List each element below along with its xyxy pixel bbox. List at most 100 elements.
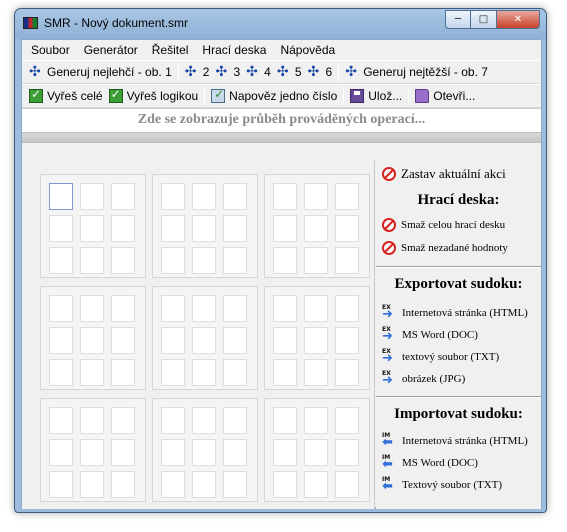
sudoku-cell[interactable] [273,327,297,354]
sudoku-cell[interactable] [111,215,135,242]
sudoku-cell[interactable] [111,407,135,434]
sudoku-cell[interactable] [161,439,185,466]
sudoku-cell[interactable] [192,295,216,322]
sudoku-cell[interactable] [49,215,73,242]
sudoku-cell[interactable] [49,407,73,434]
sudoku-cell[interactable] [80,327,104,354]
sudoku-cell[interactable] [192,215,216,242]
menu-napoveda[interactable]: Nápověda [273,43,342,57]
sudoku-cell[interactable] [111,359,135,386]
sudoku-cell[interactable] [80,295,104,322]
sudoku-cell[interactable] [80,471,104,498]
close-button[interactable]: ✕ [497,10,540,29]
sudoku-cell[interactable] [49,295,73,322]
sudoku-cell[interactable] [161,247,185,274]
sudoku-cell[interactable] [273,183,297,210]
export-html-button[interactable]: EX ➜ Internetová stránka (HTML) [382,305,528,322]
sudoku-cell[interactable] [192,327,216,354]
sudoku-cell[interactable] [304,359,328,386]
sudoku-cell[interactable] [273,247,297,274]
sudoku-cell[interactable] [304,407,328,434]
sudoku-cell[interactable] [335,359,359,386]
sudoku-cell[interactable] [223,295,247,322]
sudoku-cell[interactable] [223,183,247,210]
sudoku-cell[interactable] [161,327,185,354]
export-txt-button[interactable]: EX ➜ textový soubor (TXT) [382,349,499,366]
sudoku-cell[interactable] [111,327,135,354]
sudoku-cell[interactable] [304,295,328,322]
sudoku-cell[interactable] [223,407,247,434]
sudoku-cell[interactable] [273,359,297,386]
sudoku-cell[interactable] [49,471,73,498]
generate-level-2-button[interactable]: ✣ 2 [182,62,213,82]
minimize-button[interactable]: ─ [445,10,471,29]
title-bar[interactable]: SMR - Nový dokument.smr ─ □ ✕ [15,9,546,39]
sudoku-cell[interactable] [80,439,104,466]
sudoku-cell[interactable] [111,439,135,466]
import-doc-button[interactable]: IM ⬅ MS Word (DOC) [382,455,478,472]
sudoku-cell[interactable] [304,439,328,466]
sudoku-cell[interactable] [192,439,216,466]
generate-hardest-button[interactable]: ✣ Generuj nejtěžší - ob. 7 [342,62,491,82]
stop-action-button[interactable]: Zastav aktuální akci [382,166,506,182]
sudoku-cell[interactable] [111,247,135,274]
sudoku-cell[interactable] [161,295,185,322]
import-html-button[interactable]: IM ⬅ Internetová stránka (HTML) [382,433,528,450]
export-jpg-button[interactable]: EX ➜ obrázek (JPG) [382,371,465,388]
save-button[interactable]: Ulož... [347,86,405,106]
sudoku-cell[interactable] [111,183,135,210]
sudoku-cell[interactable] [273,407,297,434]
generate-easiest-button[interactable]: ✣ Generuj nejlehčí - ob. 1 [26,62,175,82]
generate-level-3-button[interactable]: ✣ 3 [212,62,243,82]
sudoku-cell[interactable] [304,247,328,274]
solve-all-button[interactable]: Vyřeš celé [26,86,106,106]
sudoku-cell[interactable] [273,471,297,498]
sudoku-cell[interactable] [223,471,247,498]
sudoku-cell[interactable] [161,183,185,210]
sudoku-cell[interactable] [273,215,297,242]
hint-button[interactable]: Napověz jedno číslo [208,86,340,106]
menu-resitel[interactable]: Řešitel [145,43,196,57]
sudoku-cell[interactable] [223,327,247,354]
sudoku-cell[interactable] [192,247,216,274]
generate-level-4-button[interactable]: ✣ 4 [243,62,274,82]
clear-board-button[interactable]: Smaž celou hrací desku [382,218,505,232]
sudoku-cell[interactable] [161,407,185,434]
sudoku-cell[interactable] [80,247,104,274]
sudoku-cell[interactable] [80,183,104,210]
menu-generator[interactable]: Generátor [77,43,145,57]
sudoku-cell[interactable] [192,359,216,386]
sudoku-cell[interactable] [80,215,104,242]
sudoku-cell[interactable] [304,215,328,242]
sudoku-cell[interactable] [335,327,359,354]
sudoku-cell[interactable] [223,359,247,386]
solve-logic-button[interactable]: Vyřeš logikou [106,86,202,106]
sudoku-cell[interactable] [223,215,247,242]
sudoku-cell[interactable] [273,295,297,322]
menu-hraci-deska[interactable]: Hrací deska [195,43,273,57]
sudoku-cell[interactable] [49,183,73,210]
import-txt-button[interactable]: IM ⬅ Textový soubor (TXT) [382,477,502,494]
open-button[interactable]: Otevři... [412,86,478,106]
sudoku-cell[interactable] [335,471,359,498]
sudoku-cell[interactable] [161,215,185,242]
sudoku-cell[interactable] [273,439,297,466]
sudoku-cell[interactable] [161,359,185,386]
sudoku-cell[interactable] [192,471,216,498]
export-doc-button[interactable]: EX ➜ MS Word (DOC) [382,327,478,344]
sudoku-cell[interactable] [80,407,104,434]
sudoku-cell[interactable] [192,407,216,434]
sudoku-cell[interactable] [111,471,135,498]
sudoku-cell[interactable] [111,295,135,322]
sudoku-cell[interactable] [335,295,359,322]
maximize-button[interactable]: □ [471,10,497,29]
sudoku-cell[interactable] [304,471,328,498]
sudoku-cell[interactable] [304,183,328,210]
sudoku-cell[interactable] [335,407,359,434]
sudoku-cell[interactable] [161,471,185,498]
sudoku-cell[interactable] [49,247,73,274]
sudoku-cell[interactable] [335,247,359,274]
sudoku-cell[interactable] [49,359,73,386]
generate-level-6-button[interactable]: ✣ 6 [305,62,336,82]
sudoku-cell[interactable] [335,215,359,242]
